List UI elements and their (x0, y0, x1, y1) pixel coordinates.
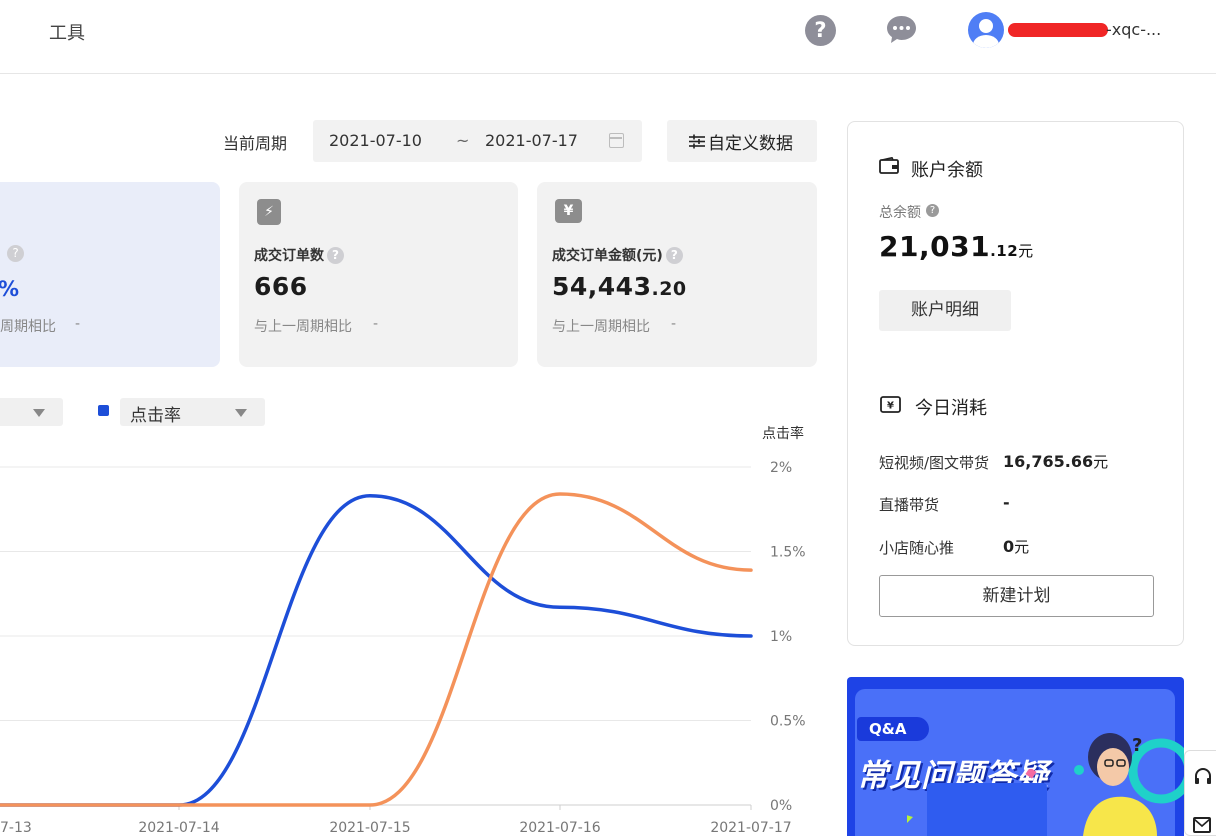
spend-row-value: 16,765.66元 (1003, 451, 1108, 472)
chevron-down-icon (33, 409, 45, 417)
y-tick-label: 1% (770, 629, 792, 645)
metric-value-wrap: 666 (254, 272, 308, 301)
total-balance-label: 总余额 (879, 205, 921, 221)
svg-text:?: ? (1132, 735, 1142, 756)
metric-value: % (0, 277, 20, 301)
period-label: 当前周期 (223, 134, 288, 153)
chart-series (0, 492, 753, 807)
x-tick-label: 2021-07-15 (329, 820, 410, 836)
spend-unit: 元 (1093, 453, 1109, 471)
account-panel: 账户余额 总余额 ? 21,031.12元 账户明细 ¥ 今日消耗 短视频/图文… (847, 121, 1184, 646)
balance-decimal: .12 (990, 242, 1019, 260)
wallet-icon (879, 157, 899, 174)
total-balance-value: 21,031.12元 (879, 230, 1034, 263)
question-circle-icon[interactable]: ? (805, 15, 836, 46)
metric-value-decimal: .20 (651, 278, 687, 300)
person-thinking-illustration: ? (1074, 733, 1184, 836)
spend-unit: 元 (1014, 538, 1030, 556)
yen-icon: ¥ (555, 199, 582, 223)
floating-toolbar[interactable] (1184, 750, 1216, 836)
redacted-name (1008, 23, 1108, 37)
yen-bill-icon: ¥ (880, 396, 901, 413)
metric-compare-label: 周期相比 (0, 319, 56, 335)
spend-row-label: 短视频/图文带货 (879, 454, 990, 472)
laptop-illustration (907, 769, 1047, 836)
spend-value: 0 (1003, 537, 1015, 556)
sliders-icon (689, 134, 705, 149)
metric-compare-value: - (671, 316, 677, 332)
spend-row-label: 小店随心推 (879, 539, 955, 557)
x-tick-label: 7-13 (0, 820, 32, 836)
mail-icon[interactable] (1193, 817, 1211, 835)
metric-compare-value: - (75, 316, 81, 332)
spend-value: - (1003, 493, 1010, 512)
chat-bubble-icon[interactable] (886, 15, 917, 44)
new-plan-button[interactable]: 新建计划 (879, 575, 1154, 617)
account-balance-title: 账户余额 (911, 160, 983, 181)
metric-value: 54,443 (552, 272, 652, 301)
info-icon[interactable]: ? (665, 247, 683, 264)
metric-value-wrap: 54,443.20 (552, 272, 687, 301)
legend-swatch-blue (98, 405, 109, 416)
info-icon[interactable]: ? (926, 204, 939, 217)
metric-name-wrap: 成交订单数? (254, 245, 344, 265)
series-line-1 (0, 492, 753, 807)
balance-main: 21,031 (879, 230, 991, 263)
lightning-battery-icon: ⚡ (257, 199, 281, 225)
end-date[interactable]: 2021-07-17 (485, 131, 578, 150)
metric-value: 666 (254, 272, 308, 301)
metric-name-wrap: 成交订单金额(元)? (552, 245, 683, 265)
info-icon[interactable]: ? (7, 245, 24, 262)
spend-row-label: 直播带货 (879, 496, 940, 514)
account-detail-button[interactable]: 账户明细 (879, 290, 1011, 331)
spend-row-value: 0元 (1003, 536, 1029, 557)
custom-data-button[interactable]: 自定义数据 (667, 120, 817, 162)
metric-compare-value: - (373, 316, 379, 332)
date-separator: ~ (456, 131, 470, 150)
username[interactable]: -xqc-... (1106, 20, 1161, 39)
y-axis-label: 点击率 (762, 425, 804, 442)
date-range-picker[interactable]: 2021-07-10 ~ 2021-07-17 (313, 120, 642, 162)
custom-data-label: 自定义数据 (708, 134, 793, 154)
metric-name: 成交订单金额(元) (552, 248, 663, 264)
x-axis-ticks: 7-13 2021-07-14 2021-07-15 2021-07-16 2021-0… (0, 820, 792, 836)
today-spend-title: 今日消耗 (915, 398, 987, 419)
spend-row-value: - (1003, 493, 1010, 512)
spend-value: 16,765.66 (1003, 452, 1094, 471)
info-icon[interactable]: ? (327, 247, 344, 264)
x-tick-label: 2021-07-14 (138, 820, 219, 836)
metric-name: 成交订单数 (254, 248, 324, 264)
headset-icon[interactable] (1193, 767, 1213, 787)
x-tick-label: 2021-07-17 (710, 820, 791, 836)
qa-tag: Q&A (857, 717, 929, 741)
balance-unit: 元 (1018, 242, 1034, 260)
metric-compare-label: 与上一周期相比 (254, 319, 352, 335)
series-line-0 (0, 493, 753, 807)
metric-card-gmv[interactable]: ¥ 成交订单金额(元)? 54,443.20 与上一周期相比 - (537, 182, 817, 367)
start-date[interactable]: 2021-07-10 (329, 131, 422, 150)
top-bar: 工具 ? -xqc-... (0, 0, 1216, 74)
nav-tools[interactable]: 工具 (49, 19, 85, 45)
line-chart: 2% 1.5% 1% 0.5% 0% 7-13 2021-07-14 2021-07-15 2… (0, 425, 806, 836)
metric-compare-label: 与上一周期相比 (552, 319, 650, 335)
y-tick-label: 0.5% (770, 714, 806, 730)
svg-text:¥: ¥ (887, 401, 894, 412)
y-tick-label: 1.5% (770, 545, 806, 561)
metric-card-ctr[interactable]: ? % 周期相比 - (0, 182, 220, 367)
user-avatar[interactable] (968, 12, 1004, 48)
metric-card-orders[interactable]: ⚡ 成交订单数? 666 与上一周期相比 - (239, 182, 518, 367)
faq-banner[interactable]: Q&A 常见问题答疑 ? (847, 677, 1184, 836)
y-tick-label: 2% (770, 460, 792, 476)
y-axis-ticks: 2% 1.5% 1% 0.5% 0% (770, 460, 806, 814)
calendar-icon[interactable] (609, 133, 624, 148)
y-tick-label: 0% (770, 798, 792, 814)
chevron-down-icon (235, 409, 247, 417)
x-tick-label: 2021-07-16 (519, 820, 600, 836)
